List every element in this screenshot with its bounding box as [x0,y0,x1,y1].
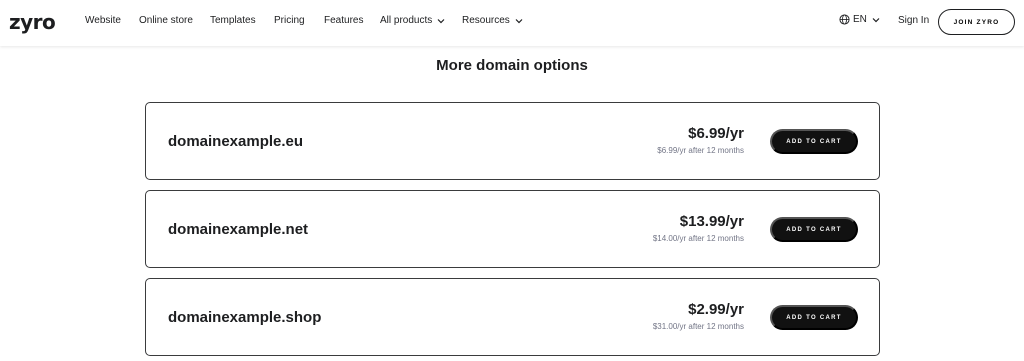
domain-name: domainexample.eu [168,133,304,150]
price-block: $6.99/yr $6.99/yr after 12 months [657,125,744,155]
renewal-price: $14.00/yr after 12 months [652,234,744,243]
nav-item-features[interactable]: Features [324,15,363,26]
add-to-cart-button[interactable]: ADD TO CART [770,129,858,154]
domain-name: domainexample.net [168,221,309,238]
renewal-price: $31.00/yr after 12 months [652,322,744,331]
price-block: $13.99/yr $14.00/yr after 12 months [653,213,744,243]
add-to-cart-button[interactable]: ADD TO CART [770,305,858,330]
chevron-down-icon [515,18,523,23]
nav-item-all-products[interactable]: All products [380,15,445,26]
top-navigation-bar: zyro Website Online store Templates Pric… [0,0,1024,46]
nav-item-label: Online store [139,15,193,26]
chevron-down-icon [437,18,445,23]
nav-item-pricing[interactable]: Pricing [274,15,305,26]
nav-item-resources[interactable]: Resources [462,15,523,26]
nav-item-templates[interactable]: Templates [210,15,256,26]
nav-item-label: Pricing [274,15,305,26]
renewal-price: $6.99/yr after 12 months [657,146,744,155]
sign-in-link[interactable]: Sign In [898,15,929,26]
domain-price: $13.99/yr [679,213,744,230]
language-label: EN [853,14,867,25]
section-title: More domain options [436,57,588,74]
globe-icon [839,14,850,25]
domain-price: $6.99/yr [688,125,744,142]
nav-item-label: Templates [210,15,256,26]
nav-item-online-store[interactable]: Online store [139,15,193,26]
nav-item-website[interactable]: Website [85,15,121,26]
domain-option-card: domainexample.eu $6.99/yr $6.99/yr after… [145,102,880,180]
nav-item-label: All products [380,15,433,26]
domain-option-card: domainexample.net $13.99/yr $14.00/yr af… [145,190,880,268]
domain-option-card: domainexample.shop $2.99/yr $31.00/yr af… [145,278,880,356]
join-zyro-button[interactable]: JOIN ZYRO [938,9,1015,35]
add-to-cart-button[interactable]: ADD TO CART [770,217,858,242]
nav-item-label: Resources [462,15,510,26]
chevron-down-icon [872,17,880,22]
nav-item-label: Website [85,15,121,26]
domain-price: $2.99/yr [688,301,744,318]
language-selector[interactable]: EN [839,14,880,25]
price-block: $2.99/yr $31.00/yr after 12 months [653,301,744,331]
nav-item-label: Features [324,15,364,26]
domain-name: domainexample.shop [168,309,322,326]
